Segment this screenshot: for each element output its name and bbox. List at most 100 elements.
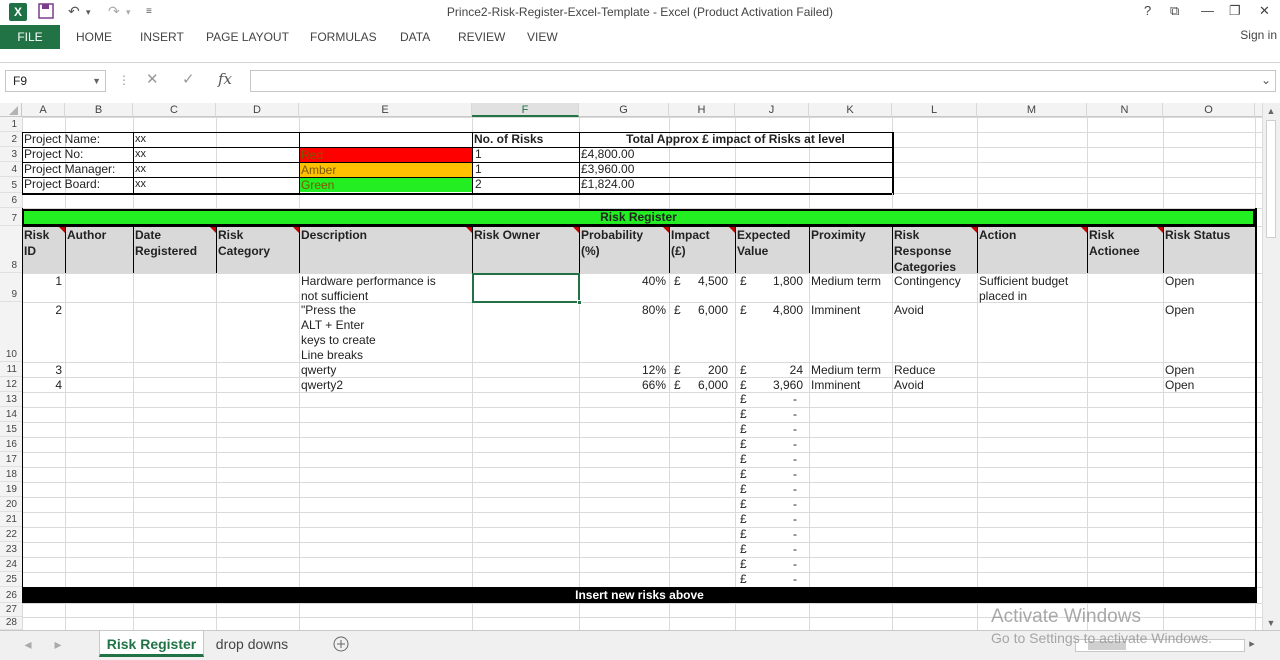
column-header-l[interactable]: L — [892, 103, 977, 117]
cancel-icon[interactable]: ✕ — [146, 70, 159, 88]
risk-count: 1 — [475, 147, 482, 161]
row-header-14[interactable]: 14 — [0, 407, 22, 422]
row-header-20[interactable]: 20 — [0, 497, 22, 512]
row-header-4[interactable]: 4 — [0, 162, 22, 177]
ribbon-display-options-button[interactable]: ⧉ — [1170, 3, 1179, 19]
column-header-j[interactable]: J — [735, 103, 809, 117]
row-header-21[interactable]: 21 — [0, 512, 22, 527]
risk-status: Open — [1165, 274, 1195, 288]
tab-view[interactable]: VIEW — [527, 30, 558, 44]
sheet-tab-drop-downs[interactable]: drop downs — [206, 631, 298, 657]
column-header-d[interactable]: D — [216, 103, 299, 117]
column-header-b[interactable]: B — [65, 103, 133, 117]
row-header-17[interactable]: 17 — [0, 452, 22, 467]
column-header-f[interactable]: F — [472, 103, 579, 117]
row-header-16[interactable]: 16 — [0, 437, 22, 452]
sheet-tab-risk-register[interactable]: Risk Register — [99, 631, 204, 657]
row-header-1[interactable]: 1 — [0, 117, 22, 132]
header-response[interactable]: Risk Response Categories — [894, 227, 976, 275]
row-header-11[interactable]: 11 — [0, 362, 22, 377]
gridline-col — [1087, 117, 1088, 630]
row-header-5[interactable]: 5 — [0, 177, 22, 193]
name-box[interactable]: F9 ▼ — [5, 70, 106, 92]
row-header-15[interactable]: 15 — [0, 422, 22, 437]
row-header-6[interactable]: 6 — [0, 193, 22, 208]
row-header-label: 17 — [5, 454, 17, 465]
column-header-h[interactable]: H — [669, 103, 735, 117]
scroll-right-icon[interactable]: ▸ — [50, 631, 66, 657]
row-header-28[interactable]: 28 — [0, 617, 22, 630]
insert-new-risks-bar: Insert new risks above — [22, 587, 1257, 603]
row-header-22[interactable]: 22 — [0, 527, 22, 542]
column-header-c[interactable]: C — [133, 103, 216, 117]
row-header-24[interactable]: 24 — [0, 557, 22, 572]
column-header-a[interactable]: A — [22, 103, 65, 117]
tab-page-layout[interactable]: PAGE LAYOUT — [206, 30, 289, 44]
row-header-13[interactable]: 13 — [0, 392, 22, 407]
row-header-25[interactable]: 25 — [0, 572, 22, 587]
header-date-registered[interactable]: Date Registered — [135, 227, 215, 259]
row-header-10[interactable]: 10 — [0, 302, 22, 362]
tab-formulas[interactable]: FORMULAS — [310, 30, 377, 44]
row-header-9[interactable]: 9 — [0, 273, 22, 302]
header-expected-value[interactable]: Expected Value — [737, 227, 808, 259]
scroll-left-icon[interactable]: ◂ — [20, 631, 36, 657]
header-probability[interactable]: Probability (%) — [581, 227, 668, 259]
row-header-label: 21 — [5, 514, 17, 525]
header-author[interactable]: Author — [67, 227, 132, 243]
expand-formula-bar-icon[interactable]: ⌄ — [1261, 73, 1271, 87]
header-proximity[interactable]: Proximity — [811, 227, 891, 243]
column-header-m[interactable]: M — [977, 103, 1087, 117]
close-button[interactable]: ✕ — [1259, 3, 1270, 19]
minimize-button[interactable]: — — [1201, 3, 1214, 18]
header-description[interactable]: Description — [301, 227, 471, 243]
new-sheet-icon[interactable] — [330, 631, 352, 657]
tab-insert[interactable]: INSERT — [140, 30, 184, 44]
header-risk-id[interactable]: Risk ID — [24, 227, 64, 259]
tab-home[interactable]: HOME — [76, 30, 112, 44]
empty-ev-value: - — [793, 422, 797, 436]
tab-review[interactable]: REVIEW — [458, 30, 505, 44]
scroll-down-icon[interactable]: ▼ — [1262, 616, 1280, 630]
row-header-26[interactable]: 26 — [0, 587, 22, 603]
selected-cell-f9[interactable] — [472, 273, 580, 303]
row-header-18[interactable]: 18 — [0, 467, 22, 482]
column-header-n[interactable]: N — [1087, 103, 1163, 117]
column-header-k[interactable]: K — [809, 103, 892, 117]
chevron-down-icon[interactable]: ▼ — [92, 71, 101, 91]
row-header-2[interactable]: 2 — [0, 132, 22, 147]
scroll-right-arrow-icon[interactable]: ▸ — [1245, 631, 1259, 657]
tab-data[interactable]: DATA — [400, 30, 430, 44]
restore-button[interactable]: ❐ — [1229, 3, 1241, 19]
scroll-up-icon[interactable]: ▲ — [1262, 104, 1280, 118]
row-header-19[interactable]: 19 — [0, 482, 22, 497]
row-header-3[interactable]: 3 — [0, 147, 22, 162]
row-header-7[interactable]: 7 — [0, 208, 22, 226]
header-actionee[interactable]: Risk Actionee — [1089, 227, 1162, 259]
header-line: (%) — [581, 244, 600, 258]
column-header-o[interactable]: O — [1163, 103, 1255, 117]
insert-function-icon[interactable]: fx — [218, 70, 232, 88]
select-all-corner[interactable] — [0, 103, 22, 117]
formula-input[interactable]: ⌄ — [250, 70, 1276, 92]
row-header-27[interactable]: 27 — [0, 603, 22, 617]
column-header-e[interactable]: E — [299, 103, 472, 117]
fill-handle[interactable] — [577, 300, 582, 305]
help-button[interactable]: ? — [1144, 3, 1151, 18]
header-action[interactable]: Action — [979, 227, 1086, 243]
column-header-filler — [1255, 103, 1262, 117]
vertical-scroll-thumb[interactable] — [1266, 120, 1276, 238]
row-header-8[interactable]: 8 — [0, 226, 22, 273]
header-risk-category[interactable]: Risk Category — [218, 227, 298, 259]
sign-in-link[interactable]: Sign in — [1240, 28, 1277, 42]
row-header-12[interactable]: 12 — [0, 377, 22, 392]
file-tab[interactable]: FILE — [0, 25, 60, 49]
header-status[interactable]: Risk Status — [1165, 227, 1254, 243]
header-impact[interactable]: Impact (£) — [671, 227, 734, 259]
gridline-row — [22, 437, 1262, 438]
empty-ev-value: - — [793, 527, 797, 541]
enter-icon[interactable]: ✓ — [182, 70, 195, 88]
row-header-23[interactable]: 23 — [0, 542, 22, 557]
column-header-g[interactable]: G — [579, 103, 669, 117]
header-risk-owner[interactable]: Risk Owner — [474, 227, 578, 243]
